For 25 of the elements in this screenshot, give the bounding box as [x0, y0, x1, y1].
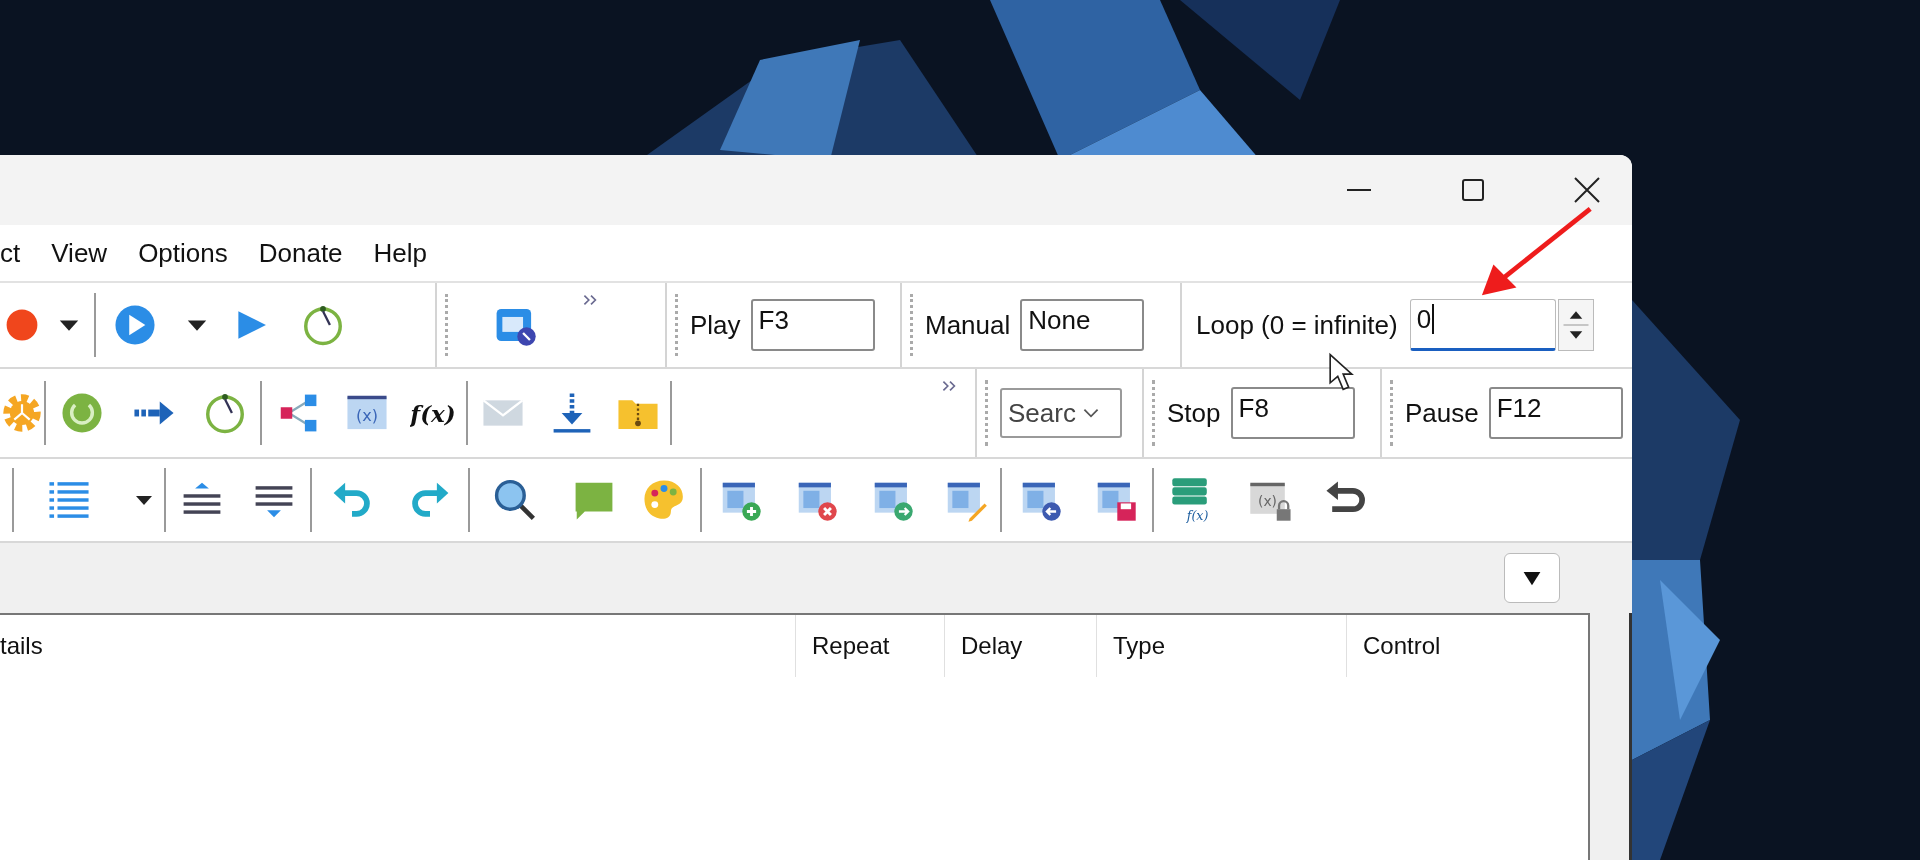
hotkey-label: Play [690, 309, 741, 341]
column-header[interactable]: Type [1097, 615, 1347, 677]
column-header[interactable]: tails [0, 615, 796, 677]
menu-item[interactable]: ct [0, 237, 21, 269]
column-header[interactable]: Delay [945, 615, 1097, 677]
hotkey-field[interactable]: F3 [750, 299, 875, 351]
menu-item[interactable]: Donate [258, 237, 343, 269]
close-icon[interactable] [1572, 175, 1602, 205]
loop-label: Loop (0 = infinite) [1196, 309, 1398, 341]
hotkey-label: Manual [925, 309, 1011, 341]
column-header[interactable]: Repeat [796, 615, 945, 677]
menu-item[interactable]: Help [373, 237, 428, 269]
hotkey-label: Pause [1405, 397, 1479, 429]
menu-item[interactable]: View [51, 237, 108, 269]
menu-item[interactable]: Options [138, 237, 228, 269]
hotkey-field[interactable]: F12 [1488, 387, 1623, 439]
dropdown-button[interactable] [1504, 553, 1560, 603]
loop-count-field[interactable]: 0 [1409, 299, 1556, 351]
search-icon[interactable] [492, 477, 538, 523]
hotkey-field[interactable]: F8 [1230, 387, 1355, 439]
search-dropdown[interactable]: Searc [1000, 388, 1122, 438]
column-header[interactable]: Control [1347, 615, 1588, 677]
spinner[interactable] [1557, 299, 1594, 351]
hotkey-field[interactable]: None [1020, 299, 1145, 351]
hotkey-label: Stop [1167, 397, 1221, 429]
